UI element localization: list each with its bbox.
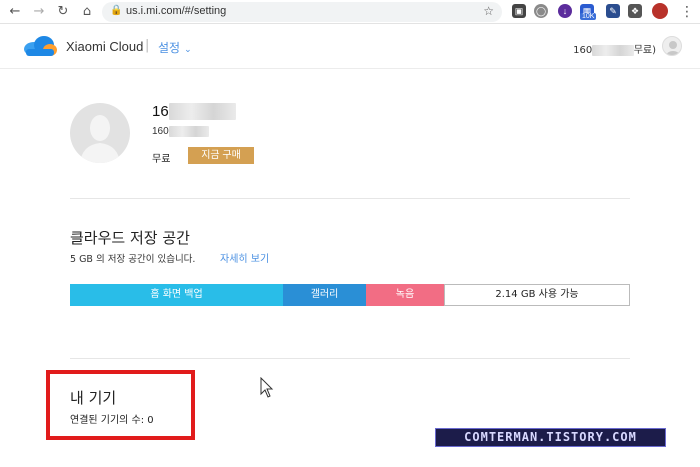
storage-segment-3: 2.14 GB 사용 가능 [444,284,630,306]
chevron-down-icon: ⌄ [184,45,192,55]
highlight-box [46,370,195,440]
extensions-puzzle-icon[interactable]: ❖ [628,4,642,18]
bookmark-star-icon[interactable]: ☆ [483,4,494,18]
cast-icon[interactable]: ▣ [512,4,526,18]
edit-extension-icon[interactable]: ✎ [606,4,620,18]
section-divider [70,358,630,359]
profile-name-redacted: xxxxxxxxx [168,103,237,120]
tab-counter-badge: 10K [580,13,597,20]
header-separator: | [145,38,150,53]
back-icon[interactable]: ← [6,3,24,21]
mouse-cursor-icon [260,377,274,398]
settings-label: 설정 [158,41,181,55]
browser-toolbar: ← → ↻ ⌂ 🔒 us.i.mi.com/#/setting ☆ ▣ ◯ ↓ … [0,0,700,24]
buy-now-button[interactable]: 지금 구매 [188,147,254,164]
account-id-redacted: xxxxxxx [592,45,634,56]
account-id-prefix: 160 [573,45,593,56]
brand-name[interactable]: Xiaomi Cloud [66,39,143,54]
storage-segment-1: 갤러리 [283,284,366,306]
account-plan: 무료) [633,45,656,56]
cloud-logo-icon[interactable] [22,35,58,57]
download-extension-icon[interactable]: ↓ [558,4,572,18]
user-silhouette-icon [80,115,120,163]
profile-avatar-icon[interactable] [652,3,668,19]
site-header: Xiaomi Cloud | 설정⌄ 160xxxxxxx무료) [0,25,700,69]
profile-id-redacted: xxxxxxxx [168,126,209,137]
storage-title: 클라우드 저장 공간 [70,229,190,247]
plan-label: 무료 [152,154,171,165]
storage-segment-2: 녹음 [366,284,444,306]
user-silhouette-icon [666,41,680,55]
home-icon[interactable]: ⌂ [78,3,96,21]
account-menu[interactable]: 160xxxxxxx무료) [573,41,656,56]
address-url: us.i.mi.com/#/setting [126,5,227,17]
account-avatar[interactable] [662,36,682,56]
storage-details-link[interactable]: 자세히 보기 [220,250,269,265]
profile-id: 160xxxxxxxx [152,126,209,137]
settings-menu[interactable]: 설정 ⌄ [158,39,192,56]
storage-usage-bar: 홈 화면 백업 갤러리 녹음 2.14 GB 사용 가능 [70,284,630,306]
lock-icon: 🔒 [110,5,123,16]
address-bar[interactable]: 🔒 us.i.mi.com/#/setting ☆ [102,2,502,22]
profile-id-prefix: 160 [152,126,169,137]
storage-description: 5 GB 의 저장 공간이 있습니다. [70,254,196,265]
storage-segment-0: 홈 화면 백업 [70,284,283,306]
section-divider [70,198,630,199]
more-menu-icon[interactable]: ⋮ [678,3,696,21]
watermark: COMTERMAN.TISTORY.COM [435,428,666,447]
profile-name: 16xxxxxxxxx [152,103,237,120]
globe-icon[interactable]: ◯ [534,4,548,18]
reload-icon[interactable]: ↻ [54,3,72,21]
profile-name-prefix: 16 [152,103,169,120]
profile-avatar [70,103,130,163]
forward-icon[interactable]: → [30,3,48,21]
